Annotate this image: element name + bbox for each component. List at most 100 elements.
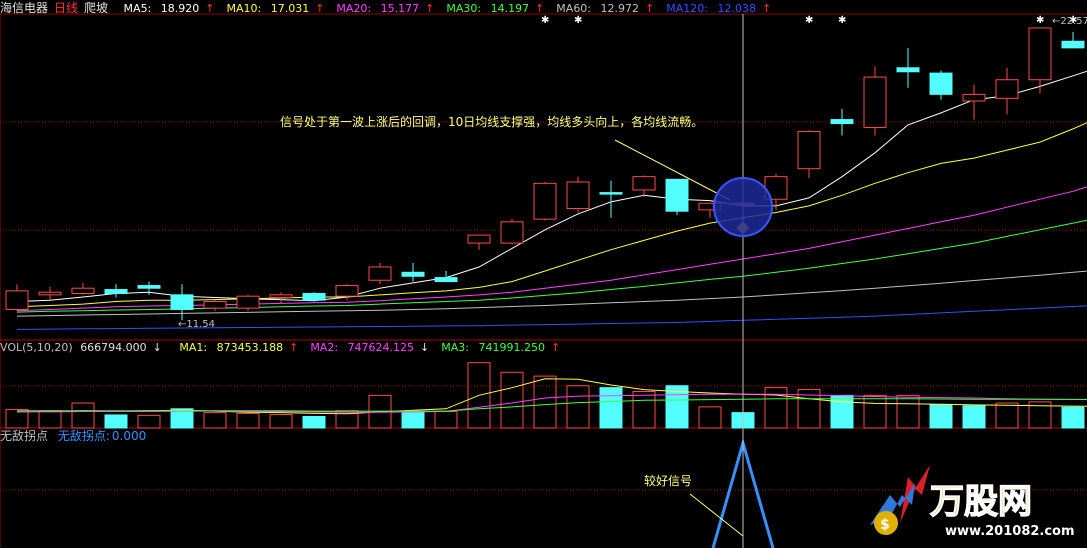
candle-body	[203, 300, 227, 309]
candle	[797, 130, 821, 178]
candle-body	[632, 176, 656, 191]
volume-bar	[434, 410, 458, 429]
star-mark: ✱	[1036, 15, 1044, 26]
volume-bar	[203, 412, 227, 429]
candle	[401, 262, 425, 282]
candle-body	[566, 181, 590, 210]
ma-legend-item: MA120: 12.038 ↑	[666, 2, 772, 15]
candle	[170, 284, 194, 321]
candle	[104, 284, 128, 298]
indicator-label: 无敌拐点:	[57, 429, 110, 443]
volume-bar	[896, 394, 920, 429]
candle-body	[533, 182, 557, 220]
volume-bar	[38, 410, 62, 429]
volume-ma-legend-item: MA3: 741991.250 ↑	[441, 341, 561, 354]
candle	[467, 234, 491, 250]
candle-body	[104, 289, 128, 295]
candle-body	[269, 294, 293, 299]
candle-body	[302, 293, 326, 301]
volume-bar	[302, 415, 326, 429]
candle-body	[500, 221, 524, 244]
volume-bar	[962, 405, 986, 429]
indicator-title[interactable]: 无敌拐点	[0, 429, 48, 443]
main-annotation: 信号处于第一波上涨后的回调，10日均线支撑强，均线多头向上，各均线流畅。	[280, 114, 703, 129]
period-label[interactable]: 日线	[54, 1, 78, 15]
candle-body	[434, 277, 458, 283]
volume-title[interactable]: VOL(5,10,20)	[0, 341, 73, 354]
candle	[71, 282, 95, 295]
candle-body	[830, 119, 854, 125]
candle	[896, 47, 920, 88]
candle-body	[929, 72, 953, 95]
candle-body	[896, 67, 920, 73]
candle	[5, 284, 29, 311]
ma-legend-item: MA60: 12.972 ↑	[556, 2, 655, 15]
candle	[995, 67, 1019, 115]
candle	[533, 181, 557, 221]
formula-name[interactable]: 爬坡	[84, 1, 108, 15]
low-price-label: ←11.54	[178, 319, 215, 330]
volume-bar	[995, 402, 1019, 429]
volume-bar	[830, 394, 854, 429]
star-mark: ✱	[574, 15, 582, 26]
candle-body	[236, 295, 260, 309]
candle	[1028, 27, 1052, 94]
volume-bar	[71, 402, 95, 429]
star-mark: ✱	[541, 15, 549, 26]
ma-legend-item: MA5: 18.920 ↑	[123, 2, 215, 15]
high-price-label: ←22.57	[1052, 16, 1087, 27]
volume-value: 666794.000 ↓	[80, 341, 162, 354]
candle-body	[467, 234, 491, 244]
candle	[632, 175, 656, 197]
volume-ma-legend: MA1: 873453.188 ↑ MA2: 747624.125 ↓ MA3: 741…	[179, 341, 572, 354]
volume-bar	[1061, 406, 1085, 429]
candle	[599, 180, 623, 218]
stock-name[interactable]: 海信电器	[0, 1, 48, 15]
volume-bar	[104, 414, 128, 429]
volume-legend: VOL(5,10,20) 666794.000 ↓ MA1: 873453.188…	[0, 341, 578, 355]
stock-chart[interactable]: ✱ ✱ ✱ ✱ ✱ ✱ 信号处于第一波上涨后的回调，10日均线支撑强，均线多头向上，各均线…	[0, 0, 1087, 548]
ma-legend-item: MA30: 14.197 ↑	[446, 2, 545, 15]
candle-body	[38, 291, 62, 296]
candle	[500, 219, 524, 245]
volume-ma-legend-item: MA1: 873453.188 ↑	[179, 341, 299, 354]
candle-body	[170, 294, 194, 310]
candle	[929, 70, 953, 100]
volume-bar	[632, 391, 656, 429]
volume-bar	[599, 387, 623, 429]
volume-bar	[236, 412, 260, 429]
svg-text:$: $	[880, 517, 890, 533]
volume-bar	[401, 410, 425, 429]
indicator-value: 0.000	[111, 429, 147, 443]
ma-legend-item: MA10: 17.031 ↑	[226, 2, 325, 15]
candle	[1061, 31, 1085, 49]
candle	[236, 294, 260, 311]
volume-bar	[500, 371, 524, 429]
chart-grid	[0, 13, 1087, 548]
candle-body	[1028, 27, 1052, 81]
candle-body	[137, 285, 161, 289]
volume-ma-legend-item: MA2: 747624.125 ↓	[310, 341, 430, 354]
volume-bar	[863, 394, 887, 429]
volume-bar	[698, 406, 722, 429]
ma-legend: MA5: 18.920 ↑ MA10: 17.031 ↑ MA20: 15.177 ↑ MA…	[124, 2, 784, 15]
candle-body	[5, 290, 29, 310]
brand-url: www.201082.com	[945, 524, 1075, 539]
volume-bar	[137, 414, 161, 429]
star-mark: ✱	[805, 15, 813, 26]
candle	[566, 176, 590, 213]
candle-body	[335, 285, 359, 297]
brand-name: 万股网	[930, 482, 1032, 522]
candle	[38, 286, 62, 301]
candle-body	[71, 287, 95, 295]
candles	[5, 27, 1085, 321]
ma-legend-item: MA20: 15.177 ↑	[336, 2, 435, 15]
candle	[368, 262, 392, 285]
star-mark: ✱	[838, 15, 846, 26]
volume-bar	[269, 414, 293, 429]
candle-body	[368, 266, 392, 281]
main-legend: 海信电器 日线 爬坡 MA5: 18.920 ↑ MA10: 17.031 ↑ MA20: …	[0, 1, 789, 16]
brand-logo: $ 万股网 www.201082.com	[870, 465, 1075, 539]
candle	[203, 300, 227, 311]
candle	[434, 270, 458, 283]
